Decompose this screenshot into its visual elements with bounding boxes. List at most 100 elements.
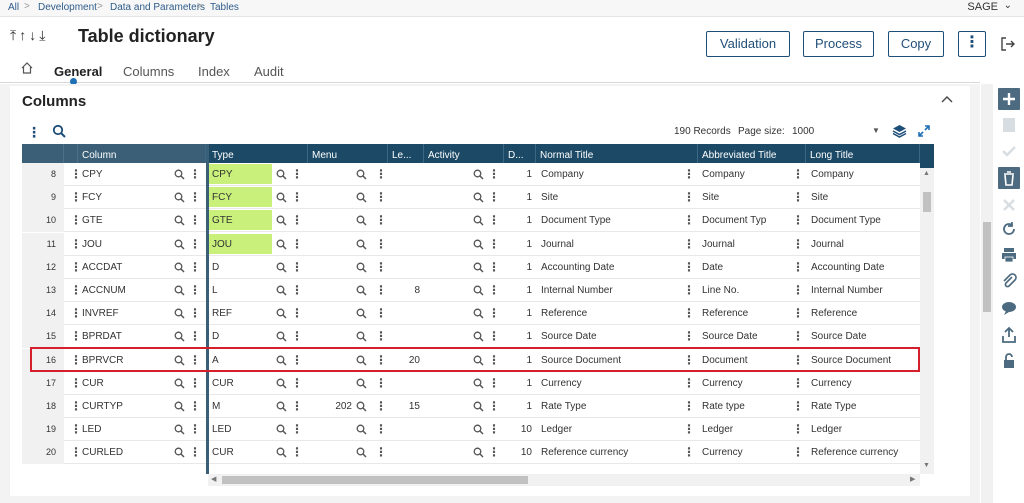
cell-menu-icon[interactable]: ⋮ (488, 395, 500, 418)
cell-dimension[interactable]: 1 (504, 325, 532, 348)
search-icon[interactable] (174, 447, 185, 458)
search-icon[interactable] (473, 262, 484, 273)
cell-length[interactable] (388, 302, 420, 325)
cell-abbreviated-title[interactable]: Company (702, 163, 792, 186)
cell-abbreviated-title[interactable]: Currency (702, 372, 792, 395)
cell-abbreviated-title[interactable]: Rate type (702, 395, 792, 418)
cell-menu-icon[interactable]: ⋮ (792, 209, 804, 232)
cell-abbreviated-title[interactable]: Source Date (702, 325, 792, 348)
cell-menu-icon[interactable]: ⋮ (375, 302, 387, 325)
search-icon[interactable] (174, 378, 185, 389)
cell-menu-icon[interactable]: ⋮ (291, 186, 303, 209)
cell-menu-icon[interactable]: ⋮ (792, 186, 804, 209)
cell-menu-icon[interactable]: ⋮ (189, 279, 201, 302)
cell-type[interactable]: CPY (212, 163, 272, 186)
cell-menu-icon[interactable]: ⋮ (375, 209, 387, 232)
search-icon[interactable] (473, 401, 484, 412)
cell-dimension[interactable]: 10 (504, 418, 532, 441)
paperclip-icon[interactable] (998, 270, 1020, 292)
cell-menu-icon[interactable]: ⋮ (375, 325, 387, 348)
search-icon[interactable] (356, 331, 367, 342)
cell-menu[interactable] (318, 441, 352, 464)
cell-menu-icon[interactable]: ⋮ (683, 302, 695, 325)
table-row[interactable]: 11 ⋮ JOU ⋮ JOU ⋮ ⋮ ⋮ 1 Journal ⋮ Journal ⋮ Journal (22, 232, 920, 256)
cell-menu[interactable] (318, 209, 352, 232)
cell-menu-icon[interactable]: ⋮ (488, 233, 500, 256)
cell-menu-icon[interactable]: ⋮ (792, 418, 804, 441)
search-icon[interactable] (276, 447, 287, 458)
expand-icon[interactable] (917, 124, 931, 138)
scroll-up-icon[interactable]: ▲ (923, 170, 930, 177)
cell-menu-icon[interactable]: ⋮ (488, 209, 500, 232)
cell-menu-icon[interactable]: ⋮ (683, 279, 695, 302)
breadcrumb-data-parameters[interactable]: Data and Parameters (110, 2, 205, 13)
cell-column[interactable]: JOU (82, 233, 172, 256)
search-icon[interactable] (356, 239, 367, 250)
cell-normal-title[interactable]: Rate Type (541, 395, 681, 418)
search-icon[interactable] (276, 378, 287, 389)
search-icon[interactable] (276, 424, 287, 435)
cell-length[interactable] (388, 372, 420, 395)
cell-dimension[interactable]: 1 (504, 279, 532, 302)
comment-icon[interactable] (998, 297, 1020, 319)
cell-dimension[interactable]: 1 (504, 395, 532, 418)
search-icon[interactable] (473, 239, 484, 250)
cell-menu[interactable]: 202 (318, 395, 352, 418)
page-vertical-scroll-thumb[interactable] (983, 222, 991, 312)
row-menu-icon[interactable]: ⋮ (70, 418, 82, 441)
cell-length[interactable] (388, 163, 420, 186)
cell-menu-icon[interactable]: ⋮ (189, 325, 201, 348)
cell-type[interactable]: D (212, 256, 272, 279)
search-icon[interactable] (276, 331, 287, 342)
table-row[interactable]: 9 ⋮ FCY ⋮ FCY ⋮ ⋮ ⋮ 1 Site ⋮ Site ⋮ Site (22, 186, 920, 210)
row-menu-icon[interactable]: ⋮ (70, 372, 82, 395)
tab-columns[interactable]: Columns (123, 64, 174, 79)
cell-menu-icon[interactable]: ⋮ (375, 372, 387, 395)
cell-dimension[interactable]: 1 (504, 256, 532, 279)
search-icon[interactable] (473, 447, 484, 458)
exit-icon[interactable] (1000, 36, 1016, 52)
table-row[interactable]: 20 ⋮ CURLED ⋮ CUR ⋮ ⋮ ⋮ 10 Reference currency ⋮ Cur… (22, 441, 920, 465)
cell-menu-icon[interactable]: ⋮ (792, 302, 804, 325)
cell-menu-icon[interactable]: ⋮ (683, 441, 695, 464)
cell-menu-icon[interactable]: ⋮ (189, 256, 201, 279)
search-icon[interactable] (174, 308, 185, 319)
cell-type[interactable]: CUR (212, 372, 272, 395)
cell-menu-icon[interactable]: ⋮ (792, 325, 804, 348)
cell-menu-icon[interactable]: ⋮ (792, 233, 804, 256)
cell-long-title[interactable]: Reference currency (811, 441, 919, 464)
cell-type[interactable]: CUR (212, 441, 272, 464)
search-icon[interactable] (473, 192, 484, 203)
search-icon[interactable] (276, 215, 287, 226)
cell-normal-title[interactable]: Ledger (541, 418, 681, 441)
row-menu-icon[interactable]: ⋮ (70, 325, 82, 348)
cell-column[interactable]: ACCDAT (82, 256, 172, 279)
cell-menu-icon[interactable]: ⋮ (189, 372, 201, 395)
add-button[interactable] (998, 88, 1020, 110)
chevron-up-icon[interactable] (941, 95, 953, 103)
row-menu-icon[interactable]: ⋮ (70, 186, 82, 209)
cell-menu[interactable] (318, 256, 352, 279)
cell-long-title[interactable]: Journal (811, 233, 919, 256)
search-icon[interactable] (473, 215, 484, 226)
table-row[interactable]: 10 ⋮ GTE ⋮ GTE ⋮ ⋮ ⋮ 1 Document Type ⋮ Document Typ… (22, 209, 920, 233)
search-icon[interactable] (356, 169, 367, 180)
cell-menu-icon[interactable]: ⋮ (189, 441, 201, 464)
search-icon[interactable] (174, 192, 185, 203)
cell-length[interactable] (388, 209, 420, 232)
search-icon[interactable] (174, 285, 185, 296)
cell-menu-icon[interactable]: ⋮ (488, 418, 500, 441)
unlock-icon[interactable] (998, 350, 1020, 372)
cell-long-title[interactable]: Document Type (811, 209, 919, 232)
search-icon[interactable] (276, 401, 287, 412)
cell-menu-icon[interactable]: ⋮ (291, 372, 303, 395)
cell-type[interactable]: FCY (212, 186, 272, 209)
search-icon[interactable] (174, 239, 185, 250)
cell-menu-icon[interactable]: ⋮ (792, 163, 804, 186)
cell-menu-icon[interactable]: ⋮ (792, 395, 804, 418)
cell-abbreviated-title[interactable]: Ledger (702, 418, 792, 441)
search-icon[interactable] (174, 424, 185, 435)
cell-column[interactable]: ACCNUM (82, 279, 172, 302)
cell-menu-icon[interactable]: ⋮ (291, 279, 303, 302)
search-icon[interactable] (276, 308, 287, 319)
